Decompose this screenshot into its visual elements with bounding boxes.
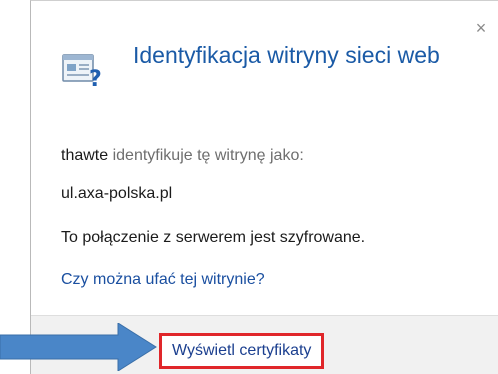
identifies-text: identyfikuje tę witrynę jako: — [112, 147, 304, 164]
view-certificates-button[interactable]: Wyświetl certyfikaty — [159, 333, 325, 369]
svg-text:?: ? — [89, 67, 101, 89]
close-icon[interactable]: × — [472, 19, 490, 37]
site-identification-popup: × ? Identyfikacja witryny sieci web thaw… — [30, 0, 498, 374]
site-domain: ul.axa-polska.pl — [61, 185, 173, 202]
issuer-name: thawte — [61, 147, 109, 164]
issuer-line: thawte identyfikuje tę witrynę jako: — [61, 147, 304, 165]
popup-title: Identyfikacja witryny sieci web — [133, 42, 440, 68]
right-arrow-icon — [0, 323, 157, 371]
encryption-status: To połączenie z serwerem jest szyfrowane… — [61, 229, 366, 246]
site-identity-question-icon: ? — [62, 54, 101, 89]
trust-site-link[interactable]: Czy można ufać tej witrynie? — [61, 271, 265, 288]
stage: × ? Identyfikacja witryny sieci web thaw… — [0, 0, 498, 374]
popup-header: ? Identyfikacja witryny sieci web — [61, 39, 481, 109]
trust-site-link-row: Czy można ufać tej witrynie? — [61, 271, 265, 289]
